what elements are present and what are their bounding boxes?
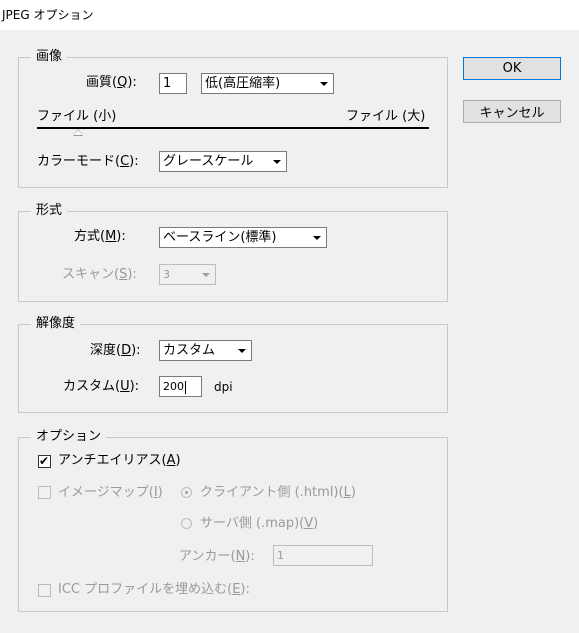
scan-label: スキャン(S): bbox=[62, 267, 137, 282]
antialias-checkbox[interactable]: ✔ bbox=[38, 454, 51, 468]
depth-select[interactable]: カスタム bbox=[159, 340, 252, 361]
checkmark-icon: ✔ bbox=[39, 454, 50, 468]
server-side-radio bbox=[181, 518, 192, 529]
resolution-group-title: 解像度 bbox=[31, 316, 81, 332]
chevron-down-icon[interactable] bbox=[268, 153, 285, 170]
title-bar: JPEG オプション bbox=[0, 0, 579, 30]
slider-max-label: ファイル (大) bbox=[346, 109, 426, 124]
chevron-down-icon[interactable] bbox=[233, 342, 250, 359]
icc-profile-label: ICC プロファイルを埋め込む(E): bbox=[58, 582, 250, 597]
cancel-button[interactable]: キャンセル bbox=[463, 100, 561, 123]
depth-label: 深度(D): bbox=[90, 343, 141, 358]
icc-profile-checkbox bbox=[38, 584, 51, 597]
chevron-down-icon[interactable] bbox=[315, 75, 332, 92]
image-group-title: 画像 bbox=[31, 49, 68, 65]
text-caret bbox=[185, 380, 186, 394]
window-title: JPEG オプション bbox=[2, 8, 94, 22]
color-mode-label: カラーモード(C): bbox=[37, 154, 139, 169]
anchor-input: 1 bbox=[273, 545, 373, 566]
method-select[interactable]: ベースライン(標準) bbox=[159, 227, 327, 248]
chevron-down-icon[interactable] bbox=[308, 229, 325, 246]
ok-button[interactable]: OK bbox=[463, 57, 561, 80]
quality-preset-select[interactable]: 低(高圧縮率) bbox=[201, 73, 334, 94]
client-side-radio bbox=[181, 487, 192, 498]
antialias-label[interactable]: アンチエイリアス(A) bbox=[58, 452, 181, 470]
quality-input[interactable]: 1 bbox=[159, 73, 187, 94]
quality-label: 画質(Q): bbox=[86, 75, 137, 90]
dpi-unit-label: dpi bbox=[214, 380, 233, 394]
client-side-label: クライアント側 (.html)(L) bbox=[200, 485, 356, 500]
resolution-group: 解像度 bbox=[18, 316, 448, 413]
chevron-down-icon bbox=[197, 266, 214, 283]
custom-resolution-label: カスタム(U): bbox=[63, 379, 140, 394]
slider-min-label: ファイル (小) bbox=[37, 109, 117, 124]
quality-slider-track[interactable] bbox=[37, 127, 429, 129]
color-mode-select[interactable]: グレースケール bbox=[159, 151, 287, 172]
format-group-title: 形式 bbox=[31, 203, 68, 219]
options-group-title: オプション bbox=[31, 429, 107, 445]
format-group: 形式 bbox=[18, 203, 448, 302]
server-side-label: サーバ側 (.map)(V) bbox=[200, 516, 319, 531]
method-label: 方式(M): bbox=[74, 229, 126, 244]
imagemap-checkbox bbox=[38, 486, 51, 499]
anchor-label: アンカー(N): bbox=[179, 549, 255, 564]
imagemap-label: イメージマップ(I) bbox=[58, 485, 163, 500]
quality-slider-thumb[interactable] bbox=[73, 129, 83, 136]
custom-resolution-input[interactable]: 200 bbox=[159, 376, 202, 397]
scan-select: 3 bbox=[159, 264, 216, 285]
